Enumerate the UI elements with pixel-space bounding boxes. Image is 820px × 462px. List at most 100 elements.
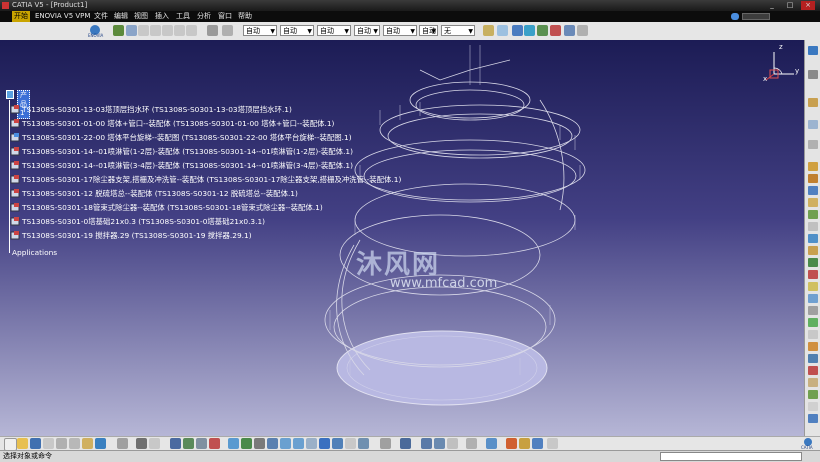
toolbar-icon[interactable] [808, 120, 818, 129]
toolbar-icon[interactable] [808, 234, 818, 243]
toolbar-icon[interactable] [149, 438, 160, 449]
toolbar-icon[interactable] [808, 354, 818, 363]
select-icon[interactable] [117, 438, 128, 449]
menu-start[interactable]: 开始 [12, 11, 30, 22]
tree-item[interactable]: TS1308S-S0301-12 脱硫塔总--装配体 (TS1308S-S030… [22, 189, 298, 198]
render-combo[interactable]: 无 ▼ [441, 25, 475, 36]
toolbar-icon[interactable] [447, 438, 458, 449]
toolbar-icon[interactable] [466, 438, 477, 449]
toolbar-icon[interactable] [808, 282, 818, 291]
toolbar-icon[interactable] [209, 438, 220, 449]
tree-item[interactable]: TS1308S-S0301-01-00 塔体+管口--装配体 (TS1308S-… [22, 119, 334, 128]
minimize-button[interactable]: _ [765, 1, 779, 10]
toolbar-icon[interactable] [512, 25, 523, 36]
hide-show-icon[interactable] [345, 438, 356, 449]
part-icon[interactable] [10, 133, 20, 142]
toolbar-icon[interactable] [400, 438, 411, 449]
toolbar-icon[interactable] [126, 25, 137, 36]
transparency-combo[interactable]: 自动 ▼ [280, 25, 314, 36]
tree-item[interactable]: TS1308S-S0301-14--01喷淋管(1-2层)-装配体 (TS130… [22, 147, 353, 156]
toolbar-icon[interactable] [808, 330, 818, 339]
zoom-in-icon[interactable] [280, 438, 291, 449]
toolbar-icon[interactable] [537, 25, 548, 36]
toolbar-icon[interactable] [550, 25, 561, 36]
undo-icon[interactable] [95, 438, 106, 449]
menu-help[interactable]: 帮助 [236, 11, 254, 22]
toolbar-icon[interactable] [150, 25, 161, 36]
part-icon[interactable] [10, 217, 20, 226]
tree-item[interactable]: TS1308S-S0301-22-00 塔体平台旋梯--装配图 (TS1308S… [22, 133, 352, 142]
toolbar-icon[interactable] [808, 174, 818, 183]
menu-tools[interactable]: 工具 [174, 11, 192, 22]
swap-space-icon[interactable] [358, 438, 369, 449]
tree-item[interactable]: TS1308S-S0301-14--01喷淋管(3-4层)-装配体 (TS130… [22, 161, 353, 170]
cloud-icon[interactable] [731, 13, 739, 20]
toolbar-icon[interactable] [483, 25, 494, 36]
workbench-icon[interactable] [808, 46, 818, 55]
toolbar-icon[interactable] [170, 438, 181, 449]
toolbar-icon[interactable] [434, 438, 445, 449]
toolbar-icon[interactable] [524, 25, 535, 36]
maximize-button[interactable]: □ [783, 1, 797, 10]
zoom-out-icon[interactable] [293, 438, 304, 449]
part-icon[interactable] [10, 105, 20, 114]
toolbar-icon[interactable] [547, 438, 558, 449]
color-combo[interactable]: 自动 ▼ [243, 25, 277, 36]
part-icon[interactable] [10, 147, 20, 156]
toolbar-icon[interactable] [497, 25, 508, 36]
toolbar-icon[interactable] [808, 378, 818, 387]
toolbar-icon[interactable] [186, 25, 197, 36]
menu-view[interactable]: 视图 [132, 11, 150, 22]
close-button[interactable]: × [801, 1, 815, 10]
linetype-combo[interactable]: 自动 ▼ [354, 25, 380, 36]
menu-enovia[interactable]: ENOVIA V5 VPM [33, 11, 92, 22]
menu-window[interactable]: 窗口 [216, 11, 234, 22]
product-icon[interactable] [113, 25, 124, 36]
toolbar-icon[interactable] [183, 438, 194, 449]
part-icon[interactable] [10, 119, 20, 128]
part-icon[interactable] [10, 231, 20, 240]
part-icon[interactable] [10, 189, 20, 198]
toolbar-icon[interactable] [808, 186, 818, 195]
menu-analyze[interactable]: 分析 [195, 11, 213, 22]
pan-icon[interactable] [254, 438, 265, 449]
tree-item[interactable]: TS1308S-S0301-0塔基础21x0.3 (TS1308S-S0301-… [22, 217, 265, 226]
command-input[interactable] [660, 452, 802, 461]
save-icon[interactable] [30, 438, 41, 449]
point-combo[interactable]: 自动 ▼ [383, 25, 417, 36]
toolbar-icon[interactable] [808, 294, 818, 303]
toolbar-icon[interactable] [138, 25, 149, 36]
tree-item[interactable]: TS1308S-S0301-17除尘器支架,搭栅及冲洗管--装配体 (TS130… [22, 175, 401, 184]
toolbar-icon[interactable] [808, 402, 818, 411]
toolbar-icon[interactable] [808, 270, 818, 279]
cut-icon[interactable] [56, 438, 67, 449]
toolbar-icon[interactable] [808, 198, 818, 207]
part-icon[interactable] [10, 203, 20, 212]
toolbar-icon[interactable] [808, 140, 818, 149]
toolbar-icon[interactable] [808, 98, 818, 107]
toolbar-icon[interactable] [380, 438, 391, 449]
toolbar-icon[interactable] [808, 222, 818, 231]
tree-applications[interactable]: Applications [12, 248, 57, 257]
search-box[interactable] [742, 13, 770, 20]
toolbar-icon[interactable] [241, 438, 252, 449]
toolbar-icon[interactable] [532, 438, 543, 449]
layer-combo[interactable]: 自动 ▼ [419, 25, 438, 36]
menu-insert[interactable]: 插入 [153, 11, 171, 22]
toolbar-icon[interactable] [564, 25, 575, 36]
toolbar-icon[interactable] [808, 246, 818, 255]
toolbar-icon[interactable] [808, 390, 818, 399]
iso-view-icon[interactable] [319, 438, 330, 449]
paint-icon[interactable] [222, 25, 233, 36]
toolbar-icon[interactable] [808, 162, 818, 171]
restore-icon[interactable] [794, 12, 803, 21]
toolbar-icon[interactable] [207, 25, 218, 36]
tree-item[interactable]: TS1308S-S0301-19 搅拌器.29 (TS1308S-S0301-1… [22, 231, 252, 240]
menu-file[interactable]: 文件 [92, 11, 110, 22]
toolbar-icon[interactable] [577, 25, 588, 36]
paste-icon[interactable] [82, 438, 93, 449]
toolbar-icon[interactable] [808, 366, 818, 375]
toolbar-icon[interactable] [174, 25, 185, 36]
menu-edit[interactable]: 编辑 [112, 11, 130, 22]
toolbar-icon[interactable] [162, 25, 173, 36]
